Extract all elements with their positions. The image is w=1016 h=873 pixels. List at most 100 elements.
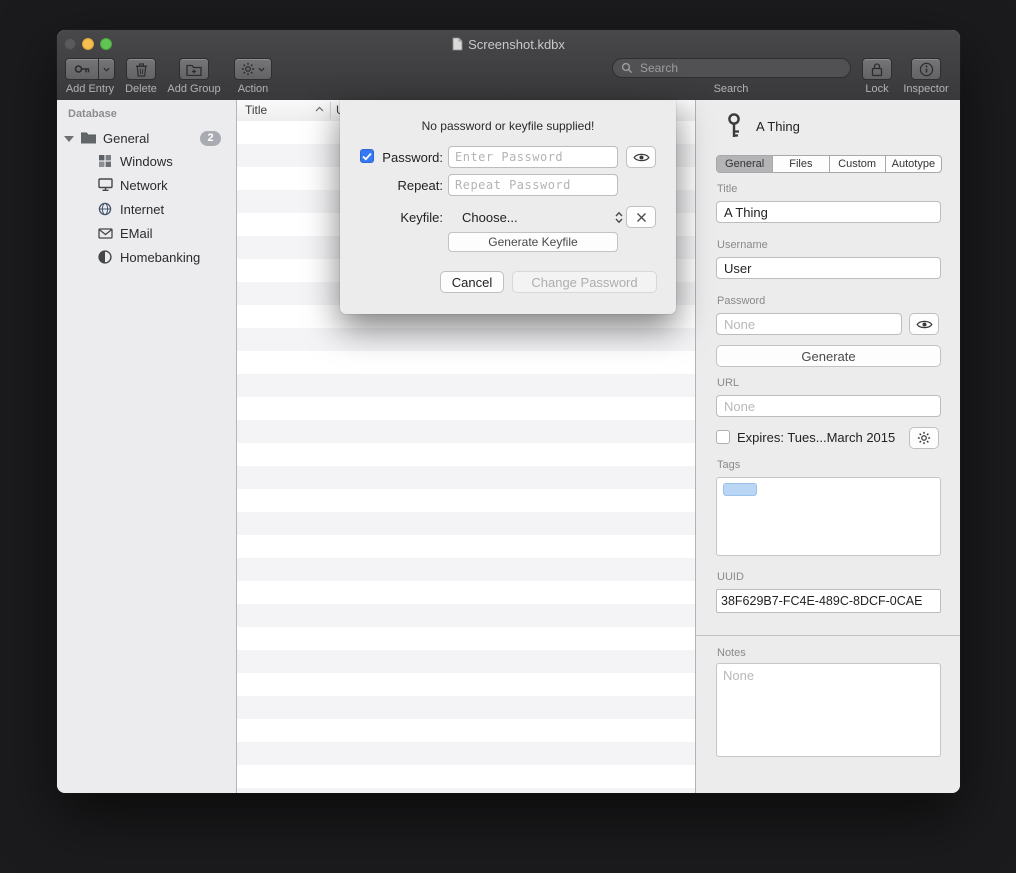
username-field-label: Username [717, 239, 768, 251]
coin-icon [98, 250, 112, 264]
keyfile-label: Keyfile: [376, 210, 443, 225]
network-icon [98, 178, 113, 192]
sidebar-item-windows[interactable]: Windows [57, 150, 236, 174]
uuid-field[interactable] [716, 589, 941, 613]
lock-button[interactable] [862, 58, 892, 80]
keyfile-popup-value: Choose... [462, 210, 615, 225]
search-field[interactable] [612, 58, 851, 78]
sidebar-item-network[interactable]: Network [57, 174, 236, 198]
title-field-label: Title [717, 183, 737, 195]
sidebar-item-label: Network [120, 178, 168, 193]
tab-general[interactable]: General [717, 156, 773, 172]
enter-password-input[interactable] [448, 146, 618, 168]
gear-icon [241, 62, 255, 76]
cancel-button-label: Cancel [452, 275, 492, 290]
section-divider [696, 635, 960, 636]
inspector-tabs: General Files Custom Autotype [716, 155, 942, 173]
entry-count-badge: 2 [200, 131, 221, 146]
change-password-button-label: Change Password [531, 275, 637, 290]
generate-password-button[interactable]: Generate [716, 345, 941, 367]
action-label: Action [223, 83, 283, 95]
folder-plus-icon [186, 63, 202, 76]
key-icon [724, 112, 744, 139]
cancel-button[interactable]: Cancel [440, 271, 504, 293]
generate-keyfile-button[interactable]: Generate Keyfile [448, 232, 618, 252]
notes-box [716, 663, 941, 757]
tab-autotype[interactable]: Autotype [886, 156, 941, 172]
sidebar-item-label: Windows [120, 154, 173, 169]
sidebar-item-homebanking[interactable]: Homebanking [57, 246, 236, 270]
tab-custom[interactable]: Custom [830, 156, 886, 172]
uuid-field-label: UUID [717, 571, 744, 583]
sidebar-item-label: Internet [120, 202, 164, 217]
trash-icon [135, 62, 148, 77]
change-password-dialog: No password or keyfile supplied! Passwor… [340, 100, 676, 314]
sidebar: Database General 2 Windows Network Inter… [57, 100, 237, 793]
tab-files[interactable]: Files [773, 156, 829, 172]
search-input[interactable] [638, 60, 842, 76]
column-divider[interactable] [330, 102, 331, 119]
key-icon [74, 63, 90, 75]
eye-icon [633, 152, 650, 163]
add-group-button[interactable] [179, 58, 209, 80]
keyfile-popup-button[interactable]: Choose... [448, 206, 623, 228]
repeat-label: Repeat: [376, 178, 443, 193]
globe-icon [98, 202, 112, 216]
entry-title: A Thing [756, 119, 800, 134]
generate-keyfile-label: Generate Keyfile [488, 235, 577, 249]
add-group-label: Add Group [159, 83, 229, 95]
title-field[interactable] [716, 201, 941, 223]
notes-field[interactable] [717, 664, 940, 756]
column-header-title[interactable]: Title [245, 103, 267, 117]
sidebar-item-label: General [103, 131, 149, 146]
search-icon [621, 62, 633, 74]
window-title: Screenshot.kdbx [57, 37, 960, 52]
delete-button[interactable] [126, 58, 156, 80]
tags-box[interactable] [716, 477, 941, 556]
inspector-panel: A Thing General Files Custom Autotype Ti… [695, 100, 960, 793]
dialog-message: No password or keyfile supplied! [340, 119, 676, 133]
document-icon [452, 37, 463, 51]
notes-field-label: Notes [717, 647, 746, 659]
reveal-password-button[interactable] [626, 146, 656, 168]
expires-checkbox[interactable] [716, 430, 730, 444]
repeat-password-input[interactable] [448, 174, 618, 196]
lock-icon [871, 62, 883, 77]
chevron-down-icon [103, 67, 110, 72]
sidebar-item-label: Homebanking [120, 250, 200, 265]
username-field[interactable] [716, 257, 941, 279]
inspector-label: Inspector [891, 83, 960, 95]
eye-icon [916, 319, 933, 330]
stepper-icon [615, 211, 623, 224]
windows-icon [98, 154, 112, 168]
disclosure-triangle-icon[interactable] [64, 136, 74, 142]
close-x-icon [636, 212, 647, 223]
titlebar-toolbar: Screenshot.kdbx Add Entry Delete Add Gro… [57, 30, 960, 101]
inspector-button[interactable] [911, 58, 941, 80]
password-field-label: Password [717, 295, 765, 307]
gear-icon [917, 431, 931, 445]
checkmark-icon [362, 152, 372, 161]
sidebar-item-email[interactable]: EMail [57, 222, 236, 246]
chevron-down-icon [258, 67, 265, 72]
password-field[interactable] [716, 313, 902, 335]
url-field[interactable] [716, 395, 941, 417]
clear-keyfile-button[interactable] [626, 206, 656, 228]
add-entry-button[interactable] [65, 58, 115, 80]
expiry-settings-button[interactable] [909, 427, 939, 449]
sidebar-item-label: EMail [120, 226, 153, 241]
action-button[interactable] [234, 58, 272, 80]
generate-button-label: Generate [801, 349, 855, 364]
change-password-button[interactable]: Change Password [512, 271, 657, 293]
tags-field-label: Tags [717, 459, 740, 471]
expires-label: Expires: Tues...March 2015 [737, 430, 895, 445]
sidebar-item-general[interactable]: General 2 [57, 127, 236, 151]
envelope-icon [98, 228, 113, 239]
tag-token[interactable] [723, 483, 757, 496]
password-label: Password: [376, 150, 443, 165]
url-field-label: URL [717, 377, 739, 389]
password-checkbox[interactable] [360, 149, 374, 163]
app-window: Screenshot.kdbx Add Entry Delete Add Gro… [57, 30, 960, 793]
sidebar-item-internet[interactable]: Internet [57, 198, 236, 222]
reveal-password-button[interactable] [909, 313, 939, 335]
